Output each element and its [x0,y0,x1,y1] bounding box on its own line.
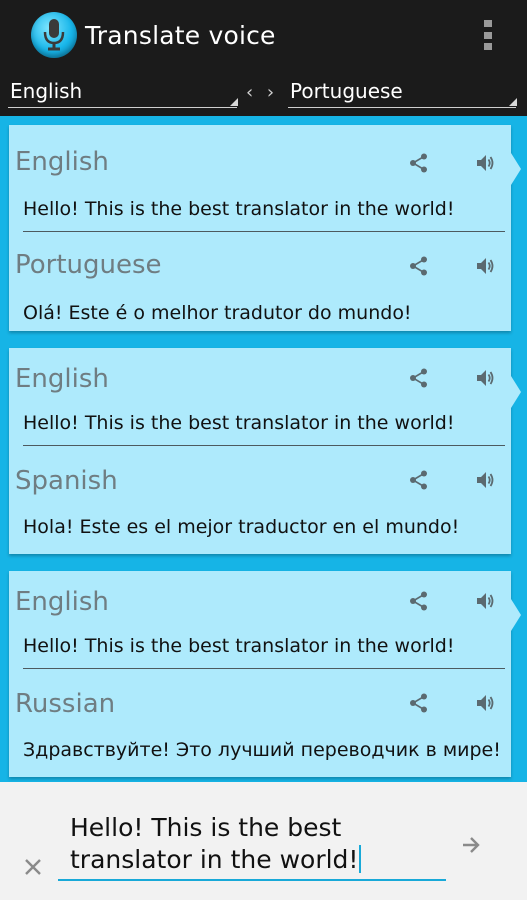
card-target-language: Portuguese [15,250,162,280]
card-target-language: Spanish [15,466,118,496]
share-icon[interactable] [408,590,430,612]
card-target-text: Здравствуйте! Это лучший переводчик в ми… [23,739,501,761]
text-input[interactable]: Hello! This is the best translator in th… [58,806,446,881]
text-cursor [359,845,362,873]
arrow-right-icon[interactable] [460,834,482,856]
card-target-text: Hola! Este es el mejor traductor en el m… [23,516,460,538]
card-target-language: Russian [15,689,116,719]
input-bar: Hello! This is the best translator in th… [0,782,527,900]
dropdown-triangle-icon [509,98,517,106]
source-language-label: English [10,79,83,103]
translation-card[interactable]: English Hello! This is the best translat… [9,125,521,331]
overflow-menu-icon[interactable] [483,20,493,50]
action-bar: Translate voice [0,0,527,70]
speaker-icon[interactable] [474,152,496,174]
card-source-text: Hello! This is the best translator in th… [23,635,455,657]
close-icon[interactable] [22,856,44,878]
source-language-select[interactable]: English [8,78,238,108]
microphone-icon [31,12,77,58]
share-icon[interactable] [408,692,430,714]
speaker-icon[interactable] [474,367,496,389]
language-bar: English ‹ › Portuguese [0,70,527,116]
card-source-text: Hello! This is the best translator in th… [23,412,455,434]
card-divider [23,231,505,232]
translations-list[interactable]: English Hello! This is the best translat… [0,116,527,782]
app-title: Translate voice [85,20,276,50]
speaker-icon[interactable] [474,469,496,491]
card-divider [23,668,505,669]
target-language-label: Portuguese [290,79,403,103]
card-source-text: Hello! This is the best translator in th… [23,198,455,220]
speaker-icon[interactable] [474,255,496,277]
card-source-language: English [15,587,109,617]
share-icon[interactable] [408,255,430,277]
target-language-select[interactable]: Portuguese [288,78,517,108]
input-text: Hello! This is the best translator in th… [70,813,359,874]
swap-languages-button[interactable]: ‹ › [246,82,278,103]
translation-card[interactable]: English Hello! This is the best translat… [9,348,521,554]
card-target-text: Olá! Este é o melhor tradutor do mundo! [23,302,412,324]
share-icon[interactable] [408,367,430,389]
speaker-icon[interactable] [474,692,496,714]
card-divider [23,445,505,446]
speaker-icon[interactable] [474,590,496,612]
card-source-language: English [15,364,109,394]
share-icon[interactable] [408,469,430,491]
translation-card[interactable]: English Hello! This is the best translat… [9,571,521,777]
card-source-language: English [15,147,109,177]
share-icon[interactable] [408,152,430,174]
dropdown-triangle-icon [230,98,238,106]
